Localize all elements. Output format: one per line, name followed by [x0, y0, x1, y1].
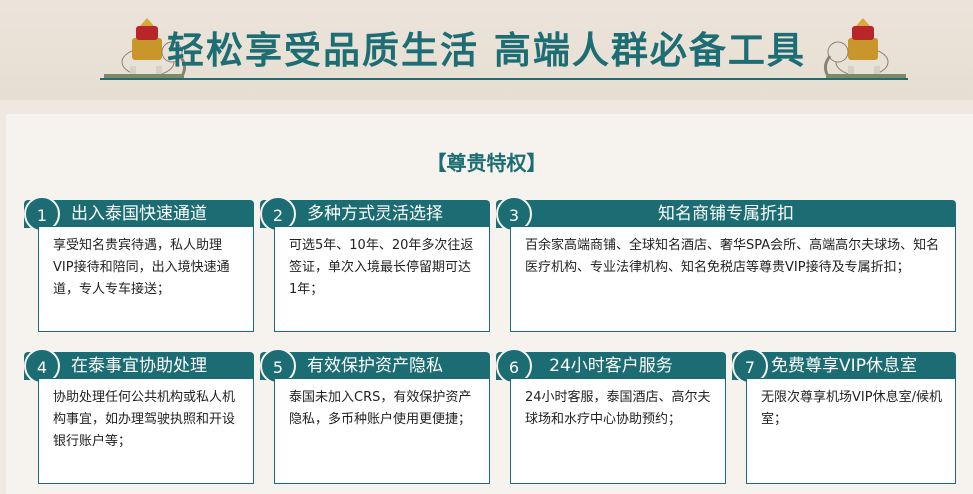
card-body: 协助处理任何公共机构或私人机构事宜，如办理驾驶执照和开设银行账户等；	[38, 378, 254, 484]
card-body: 无限次尊享机场VIP休息室/候机室；	[746, 378, 956, 484]
card-title: 知名商铺专属折扣	[658, 204, 794, 224]
privilege-card-2: 多种方式灵活选择 2 可选5年、10年、20年多次往返签证，单次入境最长停留期可…	[260, 196, 490, 332]
page-title: 轻松享受品质生活 高端人群必备工具	[167, 29, 806, 72]
privilege-card-7: 免费尊享VIP休息室 7 无限次尊享机场VIP休息室/候机室；	[732, 348, 956, 484]
privilege-card-1: 出入泰国快速通道 1 享受知名贵宾待遇，私人助理VIP接待和陪同，出入境快速通道…	[24, 196, 254, 332]
card-body: 享受知名贵宾待遇，私人助理VIP接待和陪同，出入境快速通道，专人专车接送；	[38, 226, 254, 332]
card-body: 泰国未加入CRS，有效保护资产隐私，多币种账户使用更便捷；	[274, 378, 490, 484]
privilege-card-3: 知名商铺专属折扣 3 百余家高端商铺、全球知名酒店、奢华SPA会所、高端高尔夫球…	[496, 196, 956, 332]
privilege-card-5: 有效保护资产隐私 5 泰国未加入CRS，有效保护资产隐私，多币种账户使用更便捷；	[260, 348, 490, 484]
card-body: 可选5年、10年、20年多次往返签证，单次入境最长停留期可达1年；	[274, 226, 490, 332]
card-body: 24小时客服，泰国酒店、高尔夫球场和水疗中心协助预约；	[510, 378, 726, 484]
card-body: 百余家高端商铺、全球知名酒店、奢华SPA会所、高端高尔夫球场、知名医疗机构、专业…	[510, 226, 956, 332]
privilege-card-4: 在泰事宜协助处理 4 协助处理任何公共机构或私人机构事宜，如办理驾驶执照和开设银…	[24, 348, 254, 484]
header-divider	[100, 78, 908, 80]
privilege-card-6: 24小时客户服务 6 24小时客服，泰国酒店、高尔夫球场和水疗中心协助预约；	[496, 348, 726, 484]
section-title: 【尊贵特权】	[426, 151, 547, 175]
card-header: 知名商铺专属折扣	[496, 200, 956, 228]
